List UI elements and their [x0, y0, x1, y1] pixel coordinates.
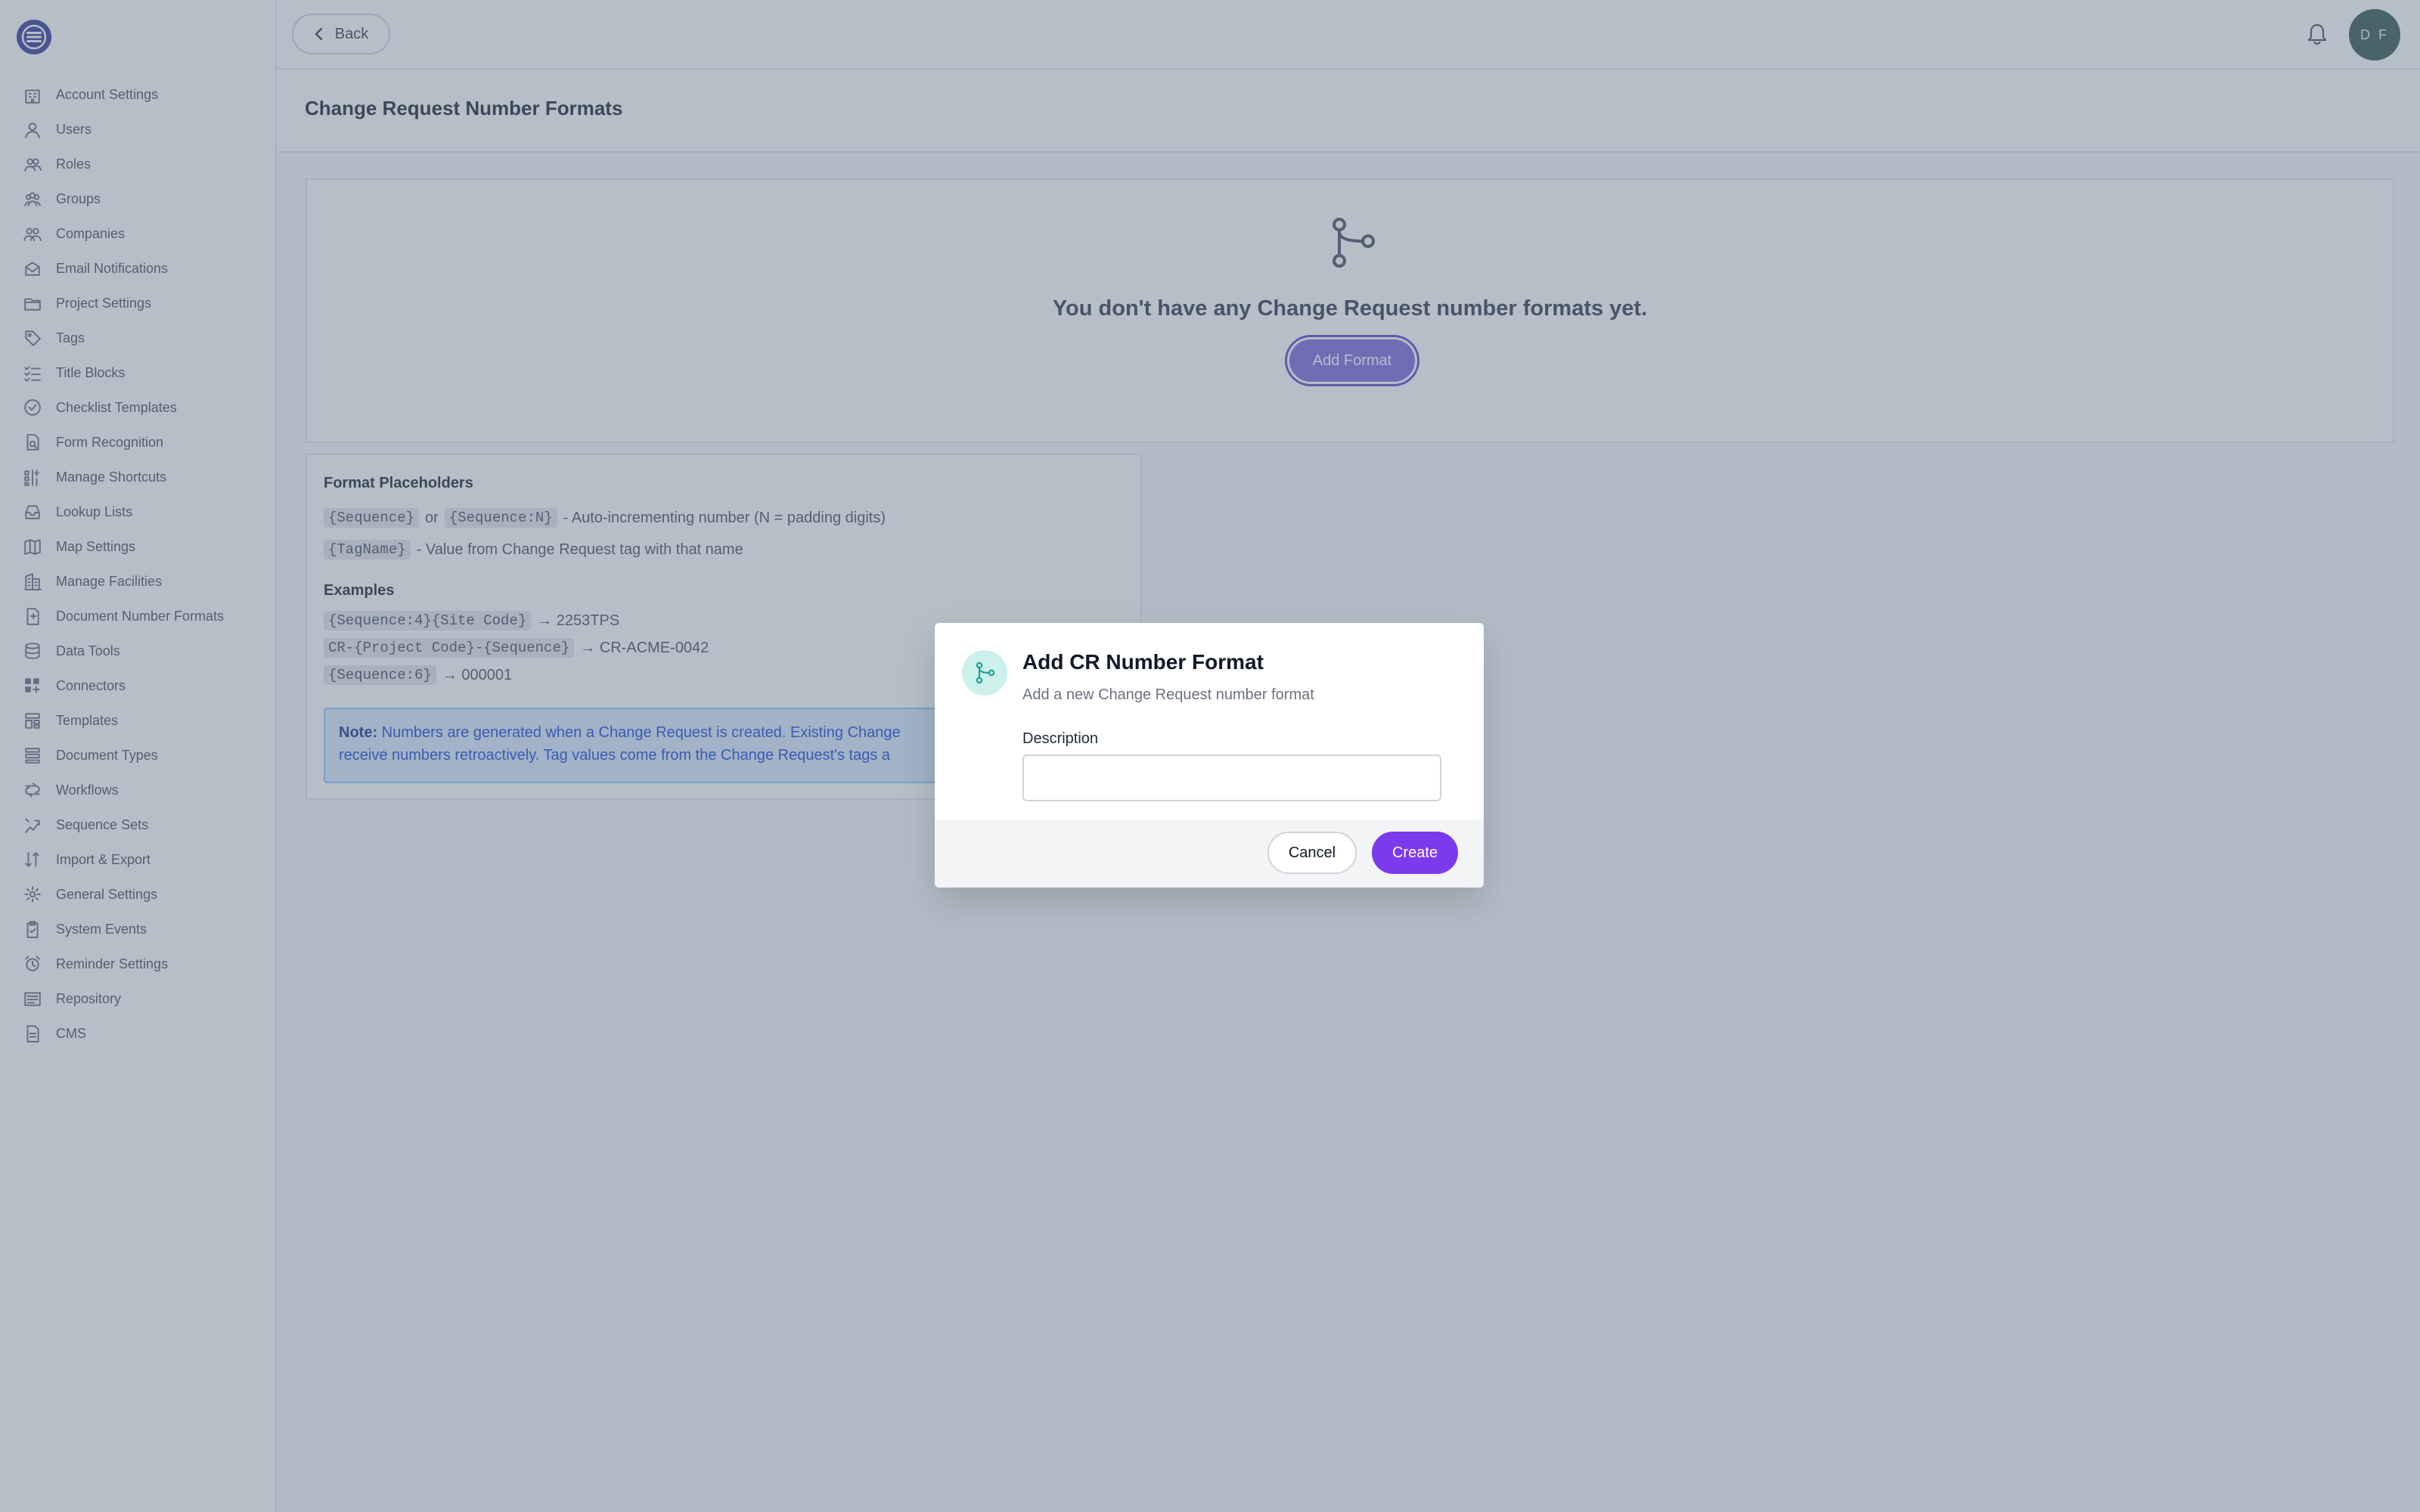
add-format-dialog: Add CR Number Format Add a new Change Re… [935, 623, 1484, 888]
dialog-subtitle: Add a new Change Request number format [1022, 686, 1314, 703]
cancel-button[interactable]: Cancel [1267, 832, 1357, 874]
dialog-title: Add CR Number Format [1022, 650, 1264, 674]
description-label: Description [1022, 730, 1099, 747]
branch-icon [962, 650, 1007, 696]
dialog-footer: Cancel Create [935, 820, 1484, 888]
description-input[interactable] [1022, 754, 1441, 801]
create-button[interactable]: Create [1372, 832, 1458, 874]
